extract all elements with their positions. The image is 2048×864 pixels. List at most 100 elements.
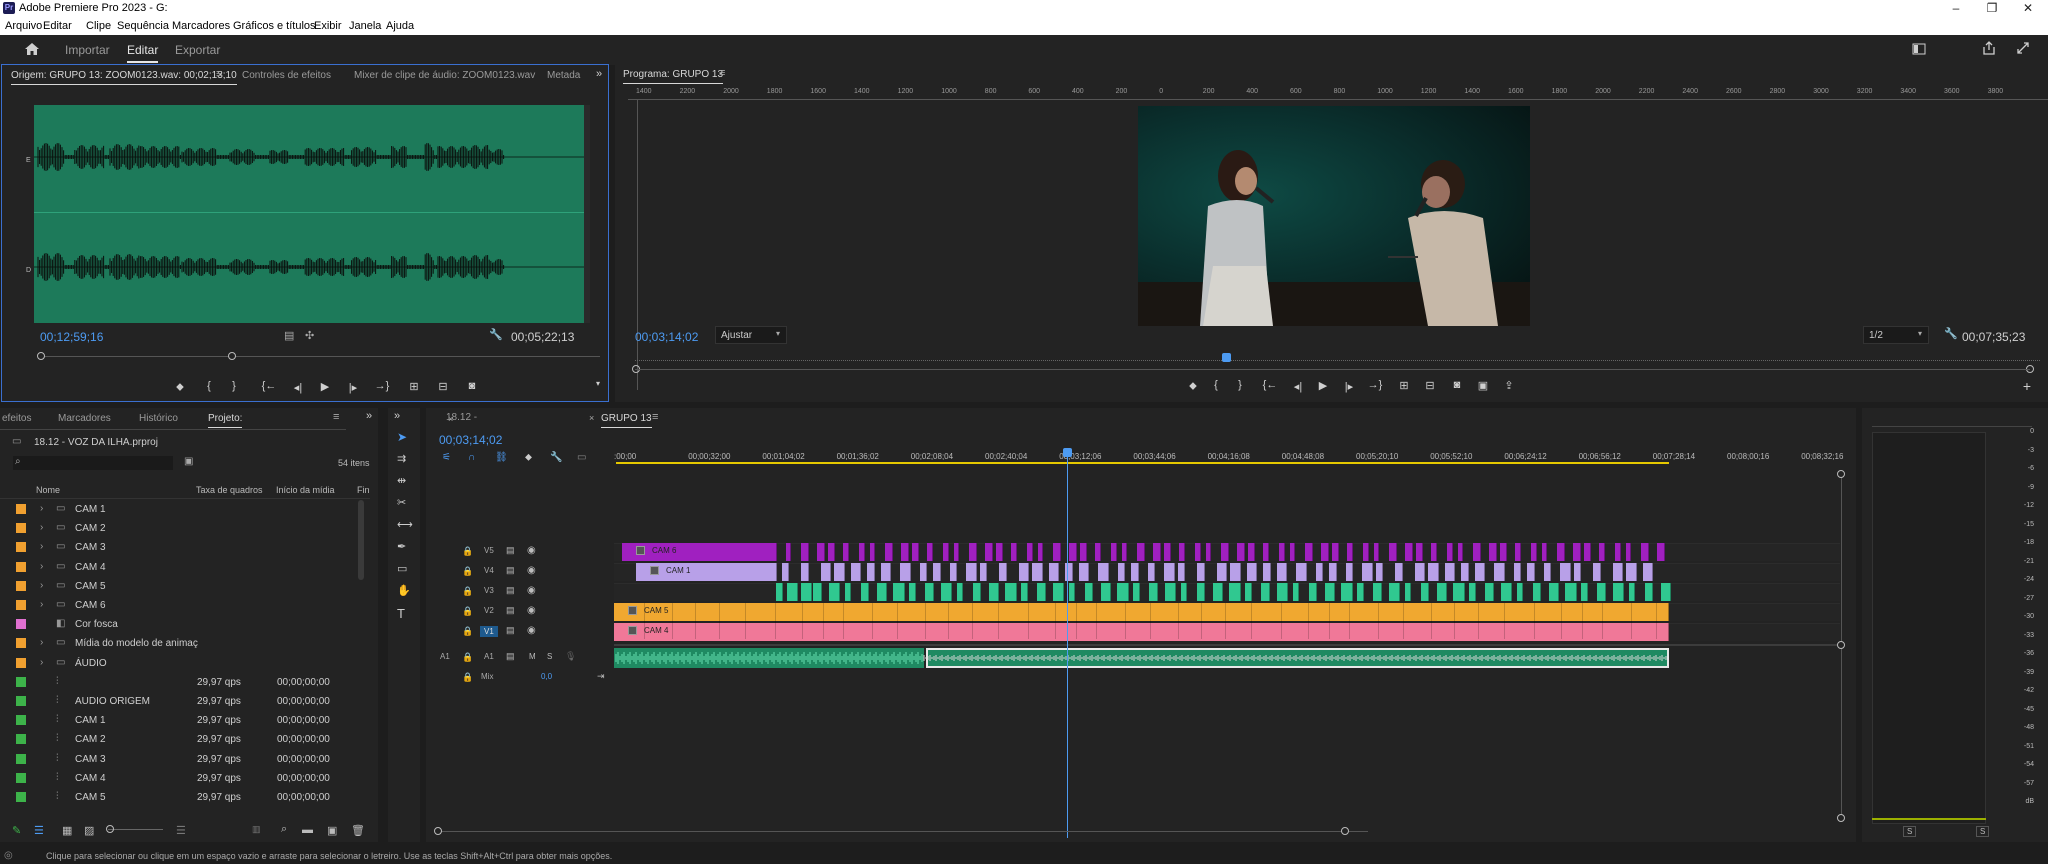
clip-v5-segment[interactable] [1038,543,1043,561]
clip-v3-segment[interactable] [1181,583,1187,601]
source-zoom-handle-left[interactable] [37,352,45,360]
project-item[interactable]: ⫶ CAM 5 29,97 qps 00;00;00;00 [0,788,370,807]
clip-v3-segment[interactable] [813,583,822,601]
lock-icon[interactable]: 🔒 [462,546,473,557]
menu-sequencia[interactable]: Sequência [117,20,169,32]
clip-v3-segment[interactable] [877,583,887,601]
program-playhead[interactable] [1222,353,1231,362]
col-name[interactable]: Nome [36,485,60,495]
quick-export-icon[interactable] [1912,43,1926,55]
clip-v3-segment[interactable] [776,583,783,601]
menu-marcadores[interactable]: Marcadores [172,20,230,32]
eye-icon[interactable]: ◉ [527,585,536,596]
clip-v4-segment[interactable] [1613,563,1623,581]
clip-v3-segment[interactable] [845,583,851,601]
clip-v3-segment[interactable] [1469,583,1476,601]
clip-v4-segment[interactable] [1415,563,1425,581]
export-frame-icon[interactable]: ◙ [1449,379,1465,391]
project-item[interactable]: ⫶ CAM 4 29,97 qps 00;00;00;00 [0,769,370,788]
clip-v5-segment[interactable] [1153,543,1161,561]
clip-v4-segment[interactable] [1346,563,1353,581]
clip-v4-segment[interactable] [1544,563,1551,581]
sync-lock-icon[interactable]: ▤ [506,545,515,556]
mix-value[interactable]: 0,0 [541,672,552,681]
clip-v5-segment[interactable] [1626,543,1631,561]
program-zoom-bar[interactable] [635,369,2030,370]
tab-exportar[interactable]: Exportar [175,43,220,57]
clip-v4-segment[interactable] [1475,563,1485,581]
project-item[interactable]: › ▭ CAM 4 [0,558,370,577]
clip-v5-segment[interactable] [1416,543,1423,561]
clip-v5-segment[interactable] [843,543,849,561]
vscroll-handle-top[interactable] [1837,470,1845,478]
source-settings-icon[interactable]: 🔧 [489,328,503,341]
clip-v3-segment[interactable] [1517,583,1523,601]
clip-v3-segment[interactable] [787,583,798,601]
extract-icon[interactable]: ⊟ [1422,379,1438,392]
tab-history[interactable]: Histórico [139,413,178,424]
project-item[interactable]: › ▭ CAM 6 [0,596,370,615]
project-item[interactable]: ⫶ AUDIO ORIGEM 29,97 qps 00;00;00;00 [0,692,370,711]
timeline-horizontal-scrollbar[interactable] [438,831,1368,832]
lock-icon[interactable]: 🔒 [462,566,473,577]
clip-v5-segment[interactable] [817,543,825,561]
source-scrub-bar[interactable] [40,356,600,357]
clip-v5-segment[interactable] [1458,543,1463,561]
new-item-icon[interactable]: ▣ [327,824,337,837]
program-scrub-bar[interactable] [635,351,2040,361]
drag-audio-icon[interactable]: ✣ [305,329,314,342]
tab-audio-clip-mixer[interactable]: Mixer de clipe de áudio: ZOOM0123.wav [354,70,535,81]
hand-tool-icon[interactable]: ✋ [397,584,411,597]
video-track-lane[interactable] [614,563,1840,581]
project-item[interactable]: ◧ Cor fosca [0,615,370,634]
expand-bin-icon[interactable]: › [40,503,43,514]
clip-v5-segment[interactable] [1248,543,1255,561]
video-track-header[interactable]: 🔒 V2 ▤ ◉ [426,603,571,621]
tab-project[interactable]: Projeto: [208,413,243,428]
clip-v3-segment[interactable] [1389,583,1400,601]
hscroll-handle-right[interactable] [1341,827,1349,835]
clip-v4-segment[interactable] [1593,563,1601,581]
clip-v5-segment[interactable] [1137,543,1145,561]
lock-icon[interactable]: 🔒 [462,606,473,617]
clip-v5-segment[interactable] [912,543,919,561]
clip-v5-segment[interactable] [996,543,1003,561]
clip-v4-segment[interactable] [1643,563,1653,581]
tab-editar[interactable]: Editar [127,43,159,63]
program-settings-icon[interactable]: 🔧 [1944,327,1958,340]
clip-v4-segment[interactable] [933,563,941,581]
zoom-slider-handle[interactable] [106,825,114,833]
play-icon[interactable]: ▶ [1315,379,1331,392]
expand-bin-icon[interactable]: › [40,580,43,591]
source-zoom-handle-right[interactable] [228,352,236,360]
clip-v3-segment[interactable] [1661,583,1671,601]
clip-v5-segment[interactable] [1557,543,1565,561]
clip-v4-segment[interactable] [881,563,891,581]
eye-icon[interactable]: ◉ [527,565,536,576]
clip-v4-segment[interactable] [1428,563,1439,581]
clip-v4-segment[interactable] [966,563,977,581]
clip-v3-segment[interactable] [1629,583,1635,601]
expand-bin-icon[interactable]: › [40,637,43,648]
clip-v5-segment[interactable] [1290,543,1295,561]
mute-button[interactable]: M [529,652,536,661]
clip-v4-segment[interactable] [1217,563,1227,581]
icon-view-icon[interactable]: ▦ [62,824,72,837]
go-to-in-icon[interactable]: {← [261,380,277,392]
write-protect-icon[interactable]: ✎ [12,824,21,837]
project-item[interactable]: ⫶ 29,97 qps 00;00;00;00 [0,673,370,692]
menu-ajuda[interactable]: Ajuda [386,20,414,32]
project-item[interactable]: › ▭ ÁUDIO [0,654,370,673]
freeform-view-icon[interactable]: ▨ [84,824,94,837]
clip-v4-segment[interactable] [1247,563,1257,581]
track-name[interactable]: V4 [484,566,494,575]
tab-source[interactable]: Origem: GRUPO 13: ZOOM0123.wav: 00;02;13… [11,70,237,85]
clip-v5-segment[interactable] [1347,543,1353,561]
clip-v4-segment[interactable] [1049,563,1059,581]
mark-in-icon[interactable]: { [201,380,217,392]
clip-v3-segment[interactable] [1421,583,1429,601]
new-bin-from-search-icon[interactable]: ▣ [184,456,193,467]
go-to-out-icon[interactable]: →} [374,380,390,392]
clip-v3-segment[interactable] [1101,583,1111,601]
vscroll-handle-bottom[interactable] [1837,814,1845,822]
